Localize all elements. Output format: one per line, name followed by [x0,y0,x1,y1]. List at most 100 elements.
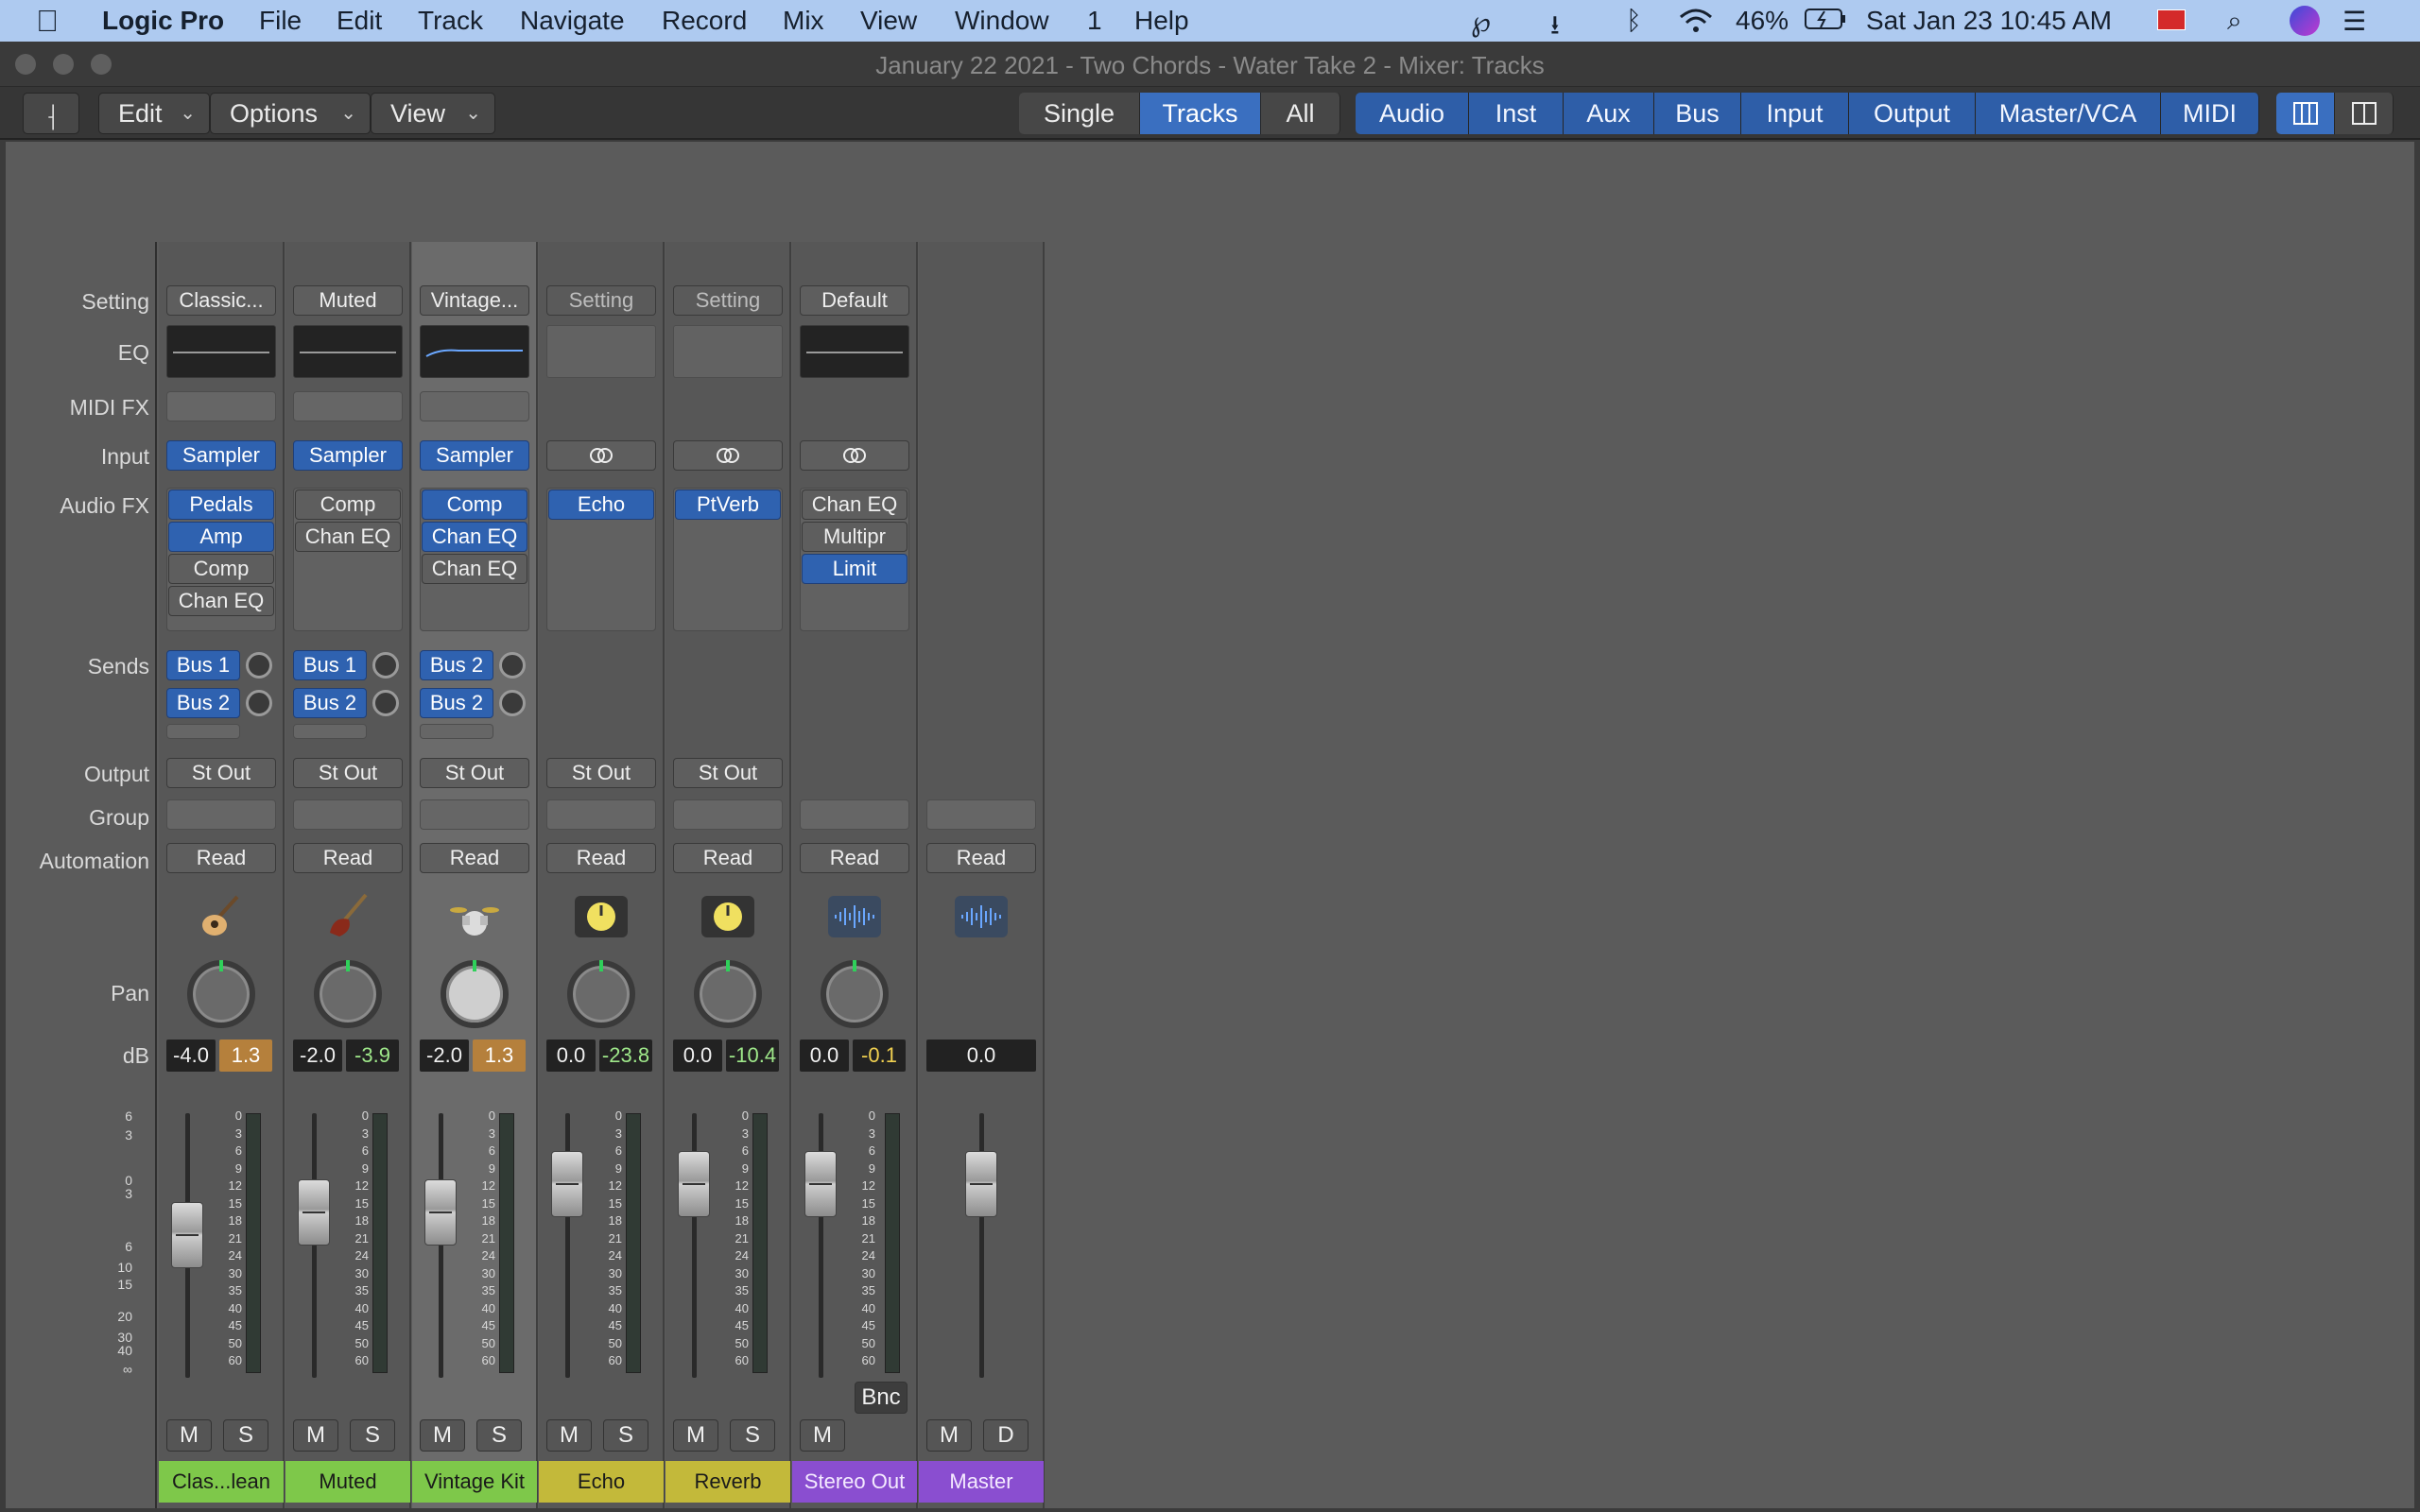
input-link-icon[interactable] [800,440,909,471]
setting-button[interactable]: Default [800,285,909,316]
input-slot[interactable]: Sampler [293,440,403,471]
setting-button[interactable]: Muted [293,285,403,316]
input-slot[interactable]: Sampler [166,440,276,471]
menu-mix[interactable]: Mix [783,6,824,36]
filter-output-button[interactable]: Output [1849,93,1976,134]
pan-knob-icon[interactable] [567,960,635,1028]
group-slot[interactable] [673,799,783,830]
send-slot[interactable]: Bus 2 [293,688,367,718]
script-icon[interactable]: ℘ [1471,6,1491,39]
eq-display[interactable] [166,325,276,378]
mute-button[interactable]: M [546,1419,592,1452]
menu-help[interactable]: Help [1134,6,1189,36]
volume-fader[interactable] [965,1151,997,1217]
apple-icon[interactable]:  [36,4,59,39]
peak-db-readout[interactable]: -10.4 [726,1040,779,1072]
audio-fx-slot[interactable]: Chan EQ [802,490,908,520]
automation-mode-button[interactable]: Read [673,843,783,873]
solo-button[interactable]: S [350,1419,395,1452]
peak-db-readout[interactable]: 1.3 [473,1040,526,1072]
audio-fx-slot[interactable]: Comp [295,490,401,520]
send-level-knob-icon[interactable] [499,652,526,679]
audio-fx-slot[interactable]: Chan EQ [295,522,401,552]
filter-input-button[interactable]: Input [1741,93,1849,134]
track-name-label[interactable]: Vintage Kit [412,1461,537,1503]
volume-fader[interactable] [171,1202,203,1268]
acoustic-guitar-icon[interactable] [195,895,248,937]
volume-db-readout[interactable]: 0.0 [926,1040,1036,1072]
solo-button[interactable]: S [603,1419,648,1452]
send-level-knob-icon[interactable] [372,652,399,679]
menu-file[interactable]: File [259,6,302,36]
audio-fx-slot[interactable]: Chan EQ [422,554,527,584]
audio-fx-slot[interactable]: Amp [168,522,274,552]
options-menu-button[interactable]: Options ⌄ [210,93,371,134]
automation-mode-button[interactable]: Read [166,843,276,873]
solo-button[interactable]: S [223,1419,268,1452]
volume-fader[interactable] [424,1179,457,1246]
input-slot[interactable]: Sampler [420,440,529,471]
automation-mode-button[interactable]: Read [546,843,656,873]
group-slot[interactable] [293,799,403,830]
mute-button[interactable]: M [673,1419,718,1452]
eq-display[interactable] [420,325,529,378]
notification-center-icon[interactable]: ☰ [2342,6,2366,37]
send-level-knob-icon[interactable] [246,690,272,716]
audio-fx-slot[interactable]: Pedals [168,490,274,520]
setting-button[interactable]: Setting [673,285,783,316]
volume-fader[interactable] [678,1151,710,1217]
audio-fx-slot[interactable]: Limit [802,554,908,584]
aux-knob-icon[interactable] [701,896,754,937]
peak-db-readout[interactable]: -23.8 [599,1040,652,1072]
peak-db-readout[interactable]: -3.9 [346,1040,399,1072]
volume-fader[interactable] [298,1179,330,1246]
input-source-flag-icon[interactable] [2157,9,2186,30]
edit-menu-button[interactable]: Edit ⌄ [98,93,210,134]
volume-db-readout[interactable]: 0.0 [546,1040,596,1072]
filter-audio-button[interactable]: Audio [1356,93,1469,134]
dim-button[interactable]: D [983,1419,1028,1452]
filter-aux-button[interactable]: Aux [1564,93,1654,134]
waveform-icon[interactable] [955,896,1008,937]
solo-button[interactable]: S [730,1419,775,1452]
filter-bus-button[interactable]: Bus [1654,93,1741,134]
track-name-label[interactable]: Clas...lean [159,1461,284,1503]
wifi-icon[interactable] [1677,6,1715,41]
send-slot-empty[interactable] [166,724,240,739]
automation-mode-button[interactable]: Read [420,843,529,873]
menu-record[interactable]: Record [662,6,747,36]
audio-fx-slot[interactable]: Chan EQ [422,522,527,552]
electric-bass-icon[interactable] [321,893,374,937]
output-slot[interactable]: St Out [673,758,783,788]
menu-edit[interactable]: Edit [337,6,382,36]
group-slot[interactable] [800,799,909,830]
send-slot[interactable]: Bus 2 [166,688,240,718]
audio-fx-slot[interactable]: PtVerb [675,490,781,520]
bounce-button[interactable]: Bnc [855,1382,908,1414]
volume-db-readout[interactable]: -2.0 [293,1040,342,1072]
automation-mode-button[interactable]: Read [293,843,403,873]
drum-kit-icon[interactable] [448,896,501,937]
midi-fx-slot[interactable] [420,391,529,421]
solo-button[interactable]: S [476,1419,522,1452]
pan-knob-icon[interactable] [187,960,255,1028]
mute-button[interactable]: M [420,1419,465,1452]
menu-window[interactable]: Window [955,6,1049,36]
send-slot-empty[interactable] [420,724,493,739]
midi-fx-slot[interactable] [166,391,276,421]
view-tracks-button[interactable]: Tracks [1140,93,1261,134]
menu-1[interactable]: 1 [1087,6,1102,36]
volume-db-readout[interactable]: -4.0 [166,1040,216,1072]
output-slot[interactable]: St Out [293,758,403,788]
mute-button[interactable]: M [800,1419,845,1452]
bluetooth-icon[interactable]: ᛒ [1626,6,1642,36]
pan-knob-icon[interactable] [821,960,889,1028]
volume-db-readout[interactable]: 0.0 [800,1040,849,1072]
send-slot[interactable]: Bus 1 [293,650,367,680]
menu-view[interactable]: View [860,6,917,36]
view-all-button[interactable]: All [1261,93,1340,134]
view-menu-button[interactable]: View ⌄ [371,93,495,134]
audio-fx-slot[interactable]: Chan EQ [168,586,274,616]
track-name-label[interactable]: Echo [539,1461,664,1503]
group-slot[interactable] [166,799,276,830]
